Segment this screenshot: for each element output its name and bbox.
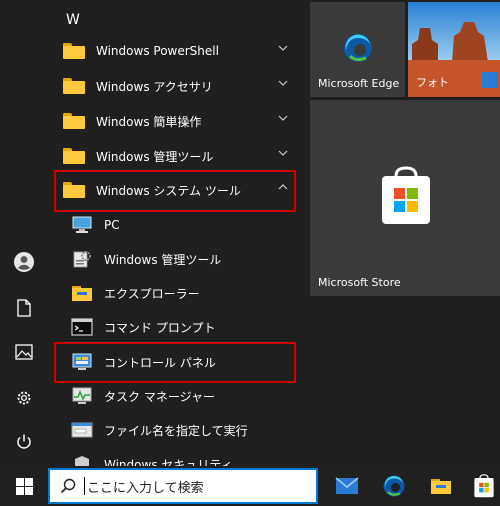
tile-area: Microsoft Edge フォト Microsoft Store [302, 0, 500, 466]
search-box[interactable]: ここに入力して検索 [48, 468, 318, 504]
tile-label: Microsoft Edge [318, 77, 400, 90]
tile-microsoft-store[interactable]: Microsoft Store [310, 100, 500, 296]
documents-button[interactable] [0, 286, 48, 330]
app-item-run[interactable]: ファイル名を指定して実行 [64, 413, 302, 447]
app-item-label: エクスプローラー [104, 286, 200, 301]
admin-tools-icon [70, 247, 94, 271]
windows-logo-icon [15, 477, 33, 495]
app-item-file-explorer[interactable]: エクスプローラー [64, 276, 302, 310]
taskbar-mail[interactable] [331, 470, 363, 502]
app-item-label: Windows 管理ツール [96, 149, 214, 164]
run-icon [70, 418, 94, 442]
tile-label: フォト [416, 76, 449, 89]
mail-icon [335, 477, 359, 494]
pictures-icon [15, 344, 33, 360]
chevron-down-icon [278, 80, 288, 86]
store-icon [474, 474, 494, 498]
folder-icon [62, 144, 86, 168]
app-item-task-manager[interactable]: タスク マネージャー [64, 379, 302, 413]
chevron-down-icon [278, 45, 288, 51]
app-item-windows-accessories[interactable]: Windows アクセサリ [56, 69, 302, 103]
edge-icon [383, 475, 405, 497]
app-item-label: Windows セキュリティ [104, 457, 233, 467]
control-panel-icon [70, 350, 94, 374]
edge-icon [344, 34, 372, 62]
shield-icon [70, 452, 94, 466]
folder-icon [62, 74, 86, 98]
search-placeholder: ここに入力して検索 [87, 480, 204, 496]
app-item-label: Windows システム ツール [96, 183, 241, 198]
start-button[interactable] [4, 470, 44, 502]
app-item-admin-tools[interactable]: Windows 管理ツール [64, 242, 302, 276]
app-item-label: Windows アクセサリ [96, 79, 213, 94]
tile-microsoft-edge[interactable]: Microsoft Edge [310, 2, 405, 97]
taskbar: ここに入力して検索 [0, 466, 500, 506]
start-menu-rail [0, 0, 48, 466]
store-icon [382, 166, 430, 224]
user-icon [14, 252, 34, 272]
pictures-button[interactable] [0, 330, 48, 374]
app-list: W Windows PowerShell Windows アクセサリ Windo… [48, 0, 302, 466]
file-explorer-icon [70, 281, 94, 305]
app-item-label: コントロール パネル [104, 355, 216, 370]
app-item-windows-powershell[interactable]: Windows PowerShell [56, 34, 302, 68]
text-caret [84, 477, 85, 495]
file-explorer-icon [431, 479, 451, 494]
app-item-label: コマンド プロンプト [104, 320, 216, 335]
taskbar-file-explorer[interactable] [425, 470, 457, 502]
folder-icon [62, 178, 86, 202]
app-item-windows-ease-of-access[interactable]: Windows 簡単操作 [56, 104, 302, 138]
app-item-label: ファイル名を指定して実行 [104, 423, 248, 438]
power-button[interactable] [0, 420, 48, 464]
app-item-label: Windows 管理ツール [104, 252, 222, 267]
chevron-down-icon [278, 115, 288, 121]
section-letter[interactable]: W [66, 12, 80, 28]
app-item-windows-security[interactable]: Windows セキュリティ [64, 447, 302, 466]
power-icon [17, 434, 31, 449]
app-item-pc[interactable]: PC [64, 208, 302, 242]
taskbar-store[interactable] [468, 470, 500, 502]
user-account-button[interactable] [0, 240, 48, 284]
folder-icon [62, 109, 86, 133]
settings-icon [17, 391, 31, 405]
app-item-label: Windows 簡単操作 [96, 114, 202, 129]
app-item-label: タスク マネージャー [104, 389, 215, 404]
settings-button[interactable] [0, 376, 48, 420]
pc-icon [70, 213, 94, 237]
app-item-windows-system-tools[interactable]: Windows システム ツール [56, 173, 302, 207]
app-item-windows-admin-tools[interactable]: Windows 管理ツール [56, 139, 302, 173]
search-icon [60, 478, 76, 494]
folder-icon [62, 39, 86, 63]
app-item-control-panel[interactable]: コントロール パネル [64, 345, 302, 379]
chevron-up-icon [278, 184, 288, 190]
task-manager-icon [70, 384, 94, 408]
app-item-label: Windows PowerShell [96, 44, 219, 58]
taskbar-edge[interactable] [378, 470, 410, 502]
app-item-command-prompt[interactable]: コマンド プロンプト [64, 310, 302, 344]
chevron-down-icon [278, 150, 288, 156]
tile-photos[interactable]: フォト [408, 2, 500, 97]
app-item-label: PC [104, 218, 120, 232]
tile-label: Microsoft Store [318, 276, 401, 289]
command-prompt-icon [70, 315, 94, 339]
document-icon [17, 299, 31, 317]
